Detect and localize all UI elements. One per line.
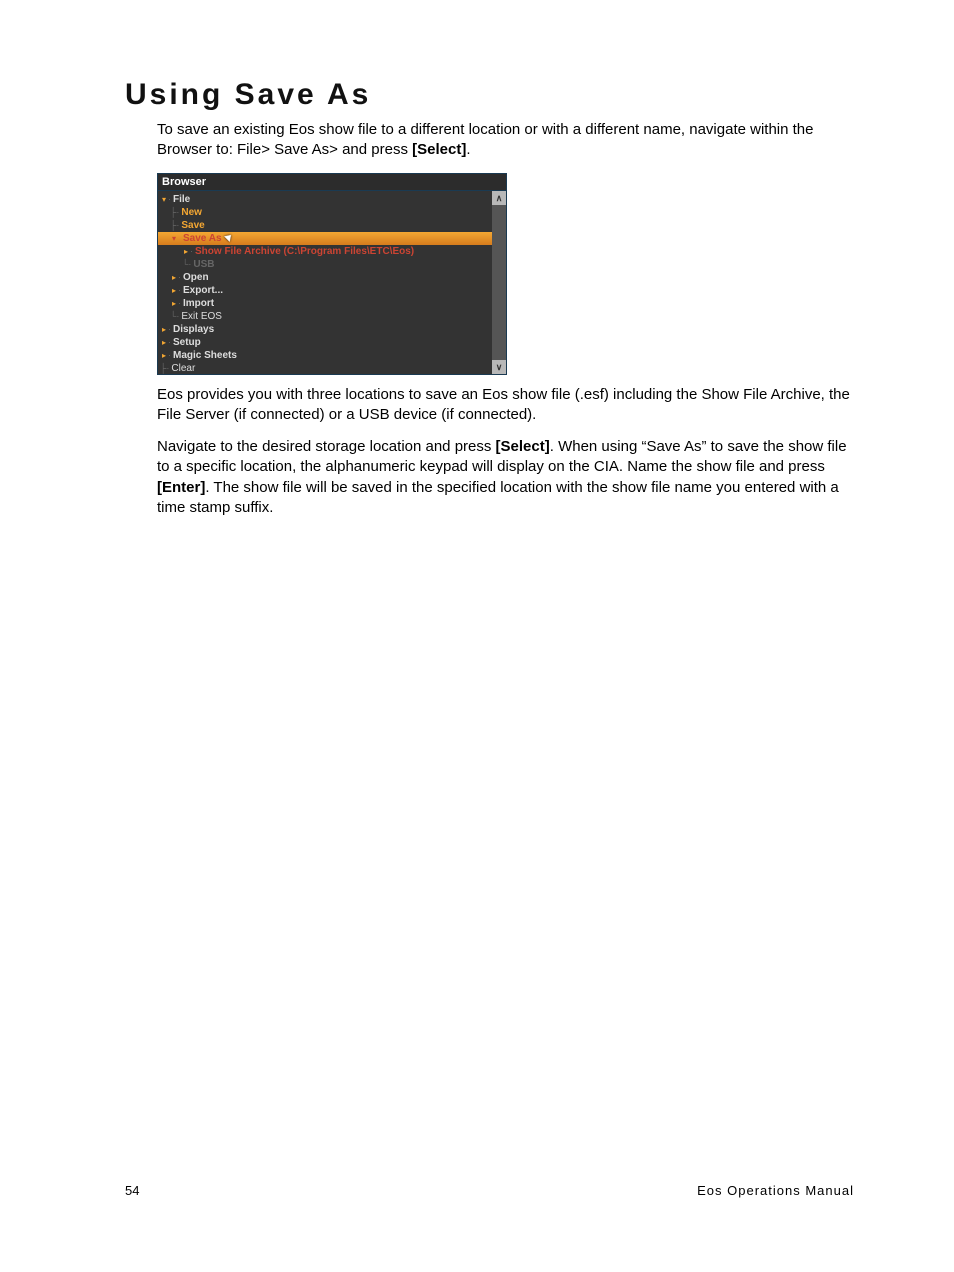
scroll-up-button[interactable]: ∧: [492, 191, 506, 205]
locations-paragraph: Eos provides you with three locations to…: [157, 385, 854, 426]
browser-tree: ▾·File ├·New ├·Save ▾·Save As ▸·Show Fil…: [158, 191, 492, 374]
select-key-1: [Select]: [412, 141, 466, 158]
navigate-paragraph: Navigate to the desired storage location…: [157, 437, 854, 518]
tree-item-save-as[interactable]: ▾·Save As: [158, 232, 492, 245]
tree-item-displays[interactable]: ▸·Displays: [158, 323, 492, 336]
tree-item-show-archive[interactable]: ▸·Show File Archive (C:\Program Files\ET…: [158, 245, 492, 258]
nav-text-a: Navigate to the desired storage location…: [157, 438, 496, 455]
page-footer: 54 Eos Operations Manual: [125, 1183, 854, 1198]
intro-text-c: .: [466, 141, 470, 158]
tree-item-exit-eos[interactable]: └·Exit EOS: [158, 310, 492, 323]
select-key-2: [Select]: [496, 438, 550, 455]
tree-item-new[interactable]: ├·New: [158, 206, 492, 219]
nav-text-e: . The show file will be saved in the spe…: [157, 479, 839, 516]
tree-item-import[interactable]: ▸·Import: [158, 297, 492, 310]
intro-text-a: To save an existing Eos show file to a d…: [157, 121, 814, 158]
cursor-icon: [226, 233, 236, 243]
scrollbar-track[interactable]: [492, 205, 506, 360]
tree-item-magic-sheets[interactable]: ▸·Magic Sheets: [158, 349, 492, 362]
intro-paragraph: To save an existing Eos show file to a d…: [157, 120, 854, 161]
browser-screenshot: Browser ∧ ∨ ▾·File ├·New ├·Save ▾·Save A…: [157, 173, 507, 375]
scroll-down-button[interactable]: ∨: [492, 360, 506, 374]
tree-item-open[interactable]: ▸·Open: [158, 271, 492, 284]
browser-title-bar: Browser: [158, 174, 506, 191]
tree-item-setup[interactable]: ▸·Setup: [158, 336, 492, 349]
manual-title: Eos Operations Manual: [697, 1183, 854, 1198]
tree-item-clear[interactable]: ├·Clear: [158, 362, 492, 374]
tree-item-usb[interactable]: └·USB: [158, 258, 492, 271]
tree-item-save[interactable]: ├·Save: [158, 219, 492, 232]
section-heading: Using Save As: [125, 78, 854, 112]
tree-item-export[interactable]: ▸·Export...: [158, 284, 492, 297]
page-number: 54: [125, 1183, 139, 1198]
tree-item-file[interactable]: ▾·File: [158, 193, 492, 206]
enter-key: [Enter]: [157, 479, 205, 496]
